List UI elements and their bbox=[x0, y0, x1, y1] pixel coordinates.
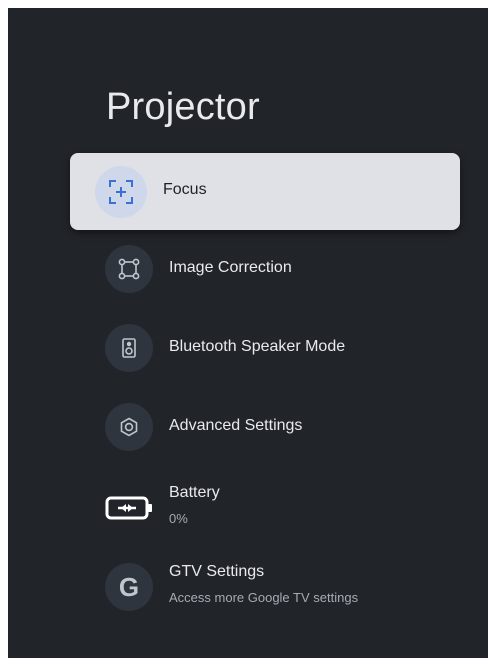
google-icon-glyph: G bbox=[118, 572, 140, 602]
menu-item-focus[interactable]: Focus bbox=[70, 153, 460, 230]
speaker-icon bbox=[105, 324, 153, 372]
menu-item-label: Image Correction bbox=[169, 259, 292, 276]
menu-item-gtv-settings[interactable]: G GTV Settings Access more Google TV set… bbox=[70, 559, 460, 615]
menu-item-label: Bluetooth Speaker Mode bbox=[169, 338, 346, 355]
gear-icon bbox=[105, 403, 153, 451]
menu-item-label: Battery bbox=[169, 484, 220, 501]
menu-item-label: Advanced Settings bbox=[169, 417, 303, 434]
page-title: Projector bbox=[106, 86, 260, 128]
projector-settings-panel: Projector Focus Image Correction Bluetoo… bbox=[8, 8, 488, 658]
menu-item-label: Focus bbox=[163, 181, 207, 198]
google-icon: G bbox=[105, 563, 153, 611]
battery-level-text: 0% bbox=[169, 511, 188, 526]
menu-item-battery[interactable]: Battery 0% bbox=[70, 478, 460, 538]
menu-item-description: Access more Google TV settings bbox=[169, 590, 359, 605]
menu-item-bluetooth-speaker-mode[interactable]: Bluetooth Speaker Mode bbox=[70, 323, 460, 373]
menu-item-image-correction[interactable]: Image Correction bbox=[70, 244, 460, 294]
focus-icon bbox=[95, 165, 147, 218]
menu-item-label: GTV Settings bbox=[169, 563, 265, 580]
battery-charging-icon bbox=[105, 484, 153, 532]
image-correction-icon bbox=[105, 245, 153, 293]
menu-item-advanced-settings[interactable]: Advanced Settings bbox=[70, 402, 460, 452]
